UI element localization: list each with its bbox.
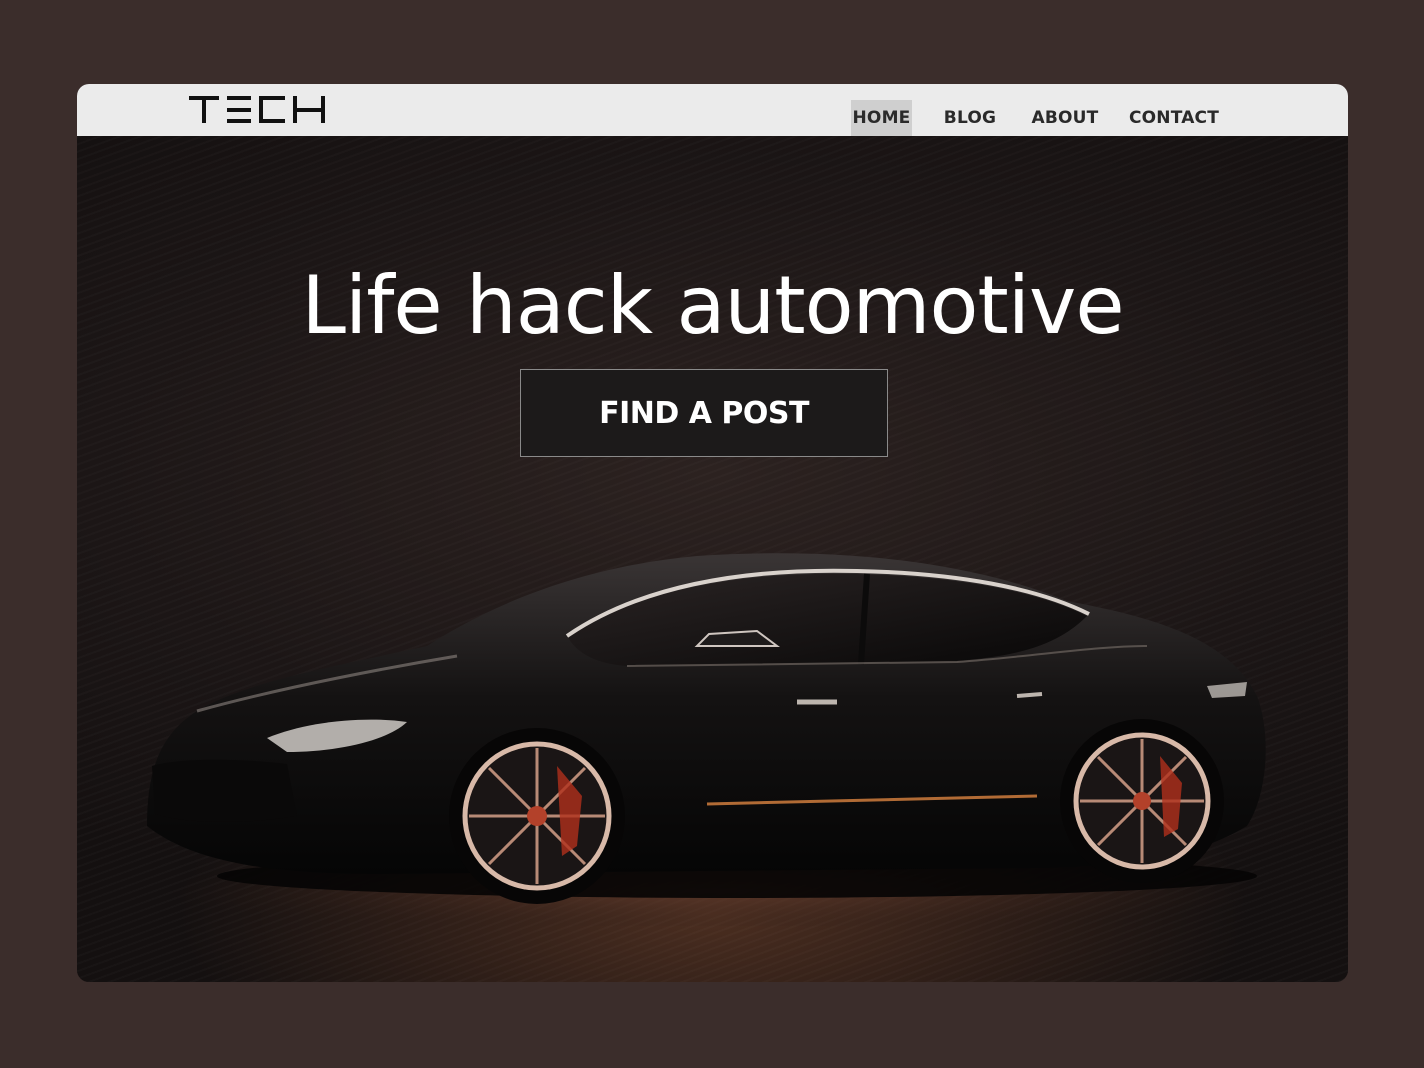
hero-headline: Life hack automotive [301,259,1124,352]
nav-blog[interactable]: BLOG [939,100,1001,136]
top-navbar: HOME BLOG ABOUT CONTACT [77,84,1348,136]
front-wheel [449,728,625,904]
nav-about[interactable]: ABOUT [1028,100,1102,136]
find-a-post-button[interactable]: FIND A POST [520,369,888,457]
rear-wheel [1060,719,1224,883]
logo[interactable] [189,93,329,129]
car-image [147,553,1277,926]
tech-logo-mark [189,96,325,123]
browser-window: HOME BLOG ABOUT CONTACT Life hack automo… [77,84,1348,982]
nav-contact[interactable]: CONTACT [1129,100,1219,136]
nav-home[interactable]: HOME [851,100,912,136]
hero-section: Life hack automotive FIND A POST [77,136,1348,982]
